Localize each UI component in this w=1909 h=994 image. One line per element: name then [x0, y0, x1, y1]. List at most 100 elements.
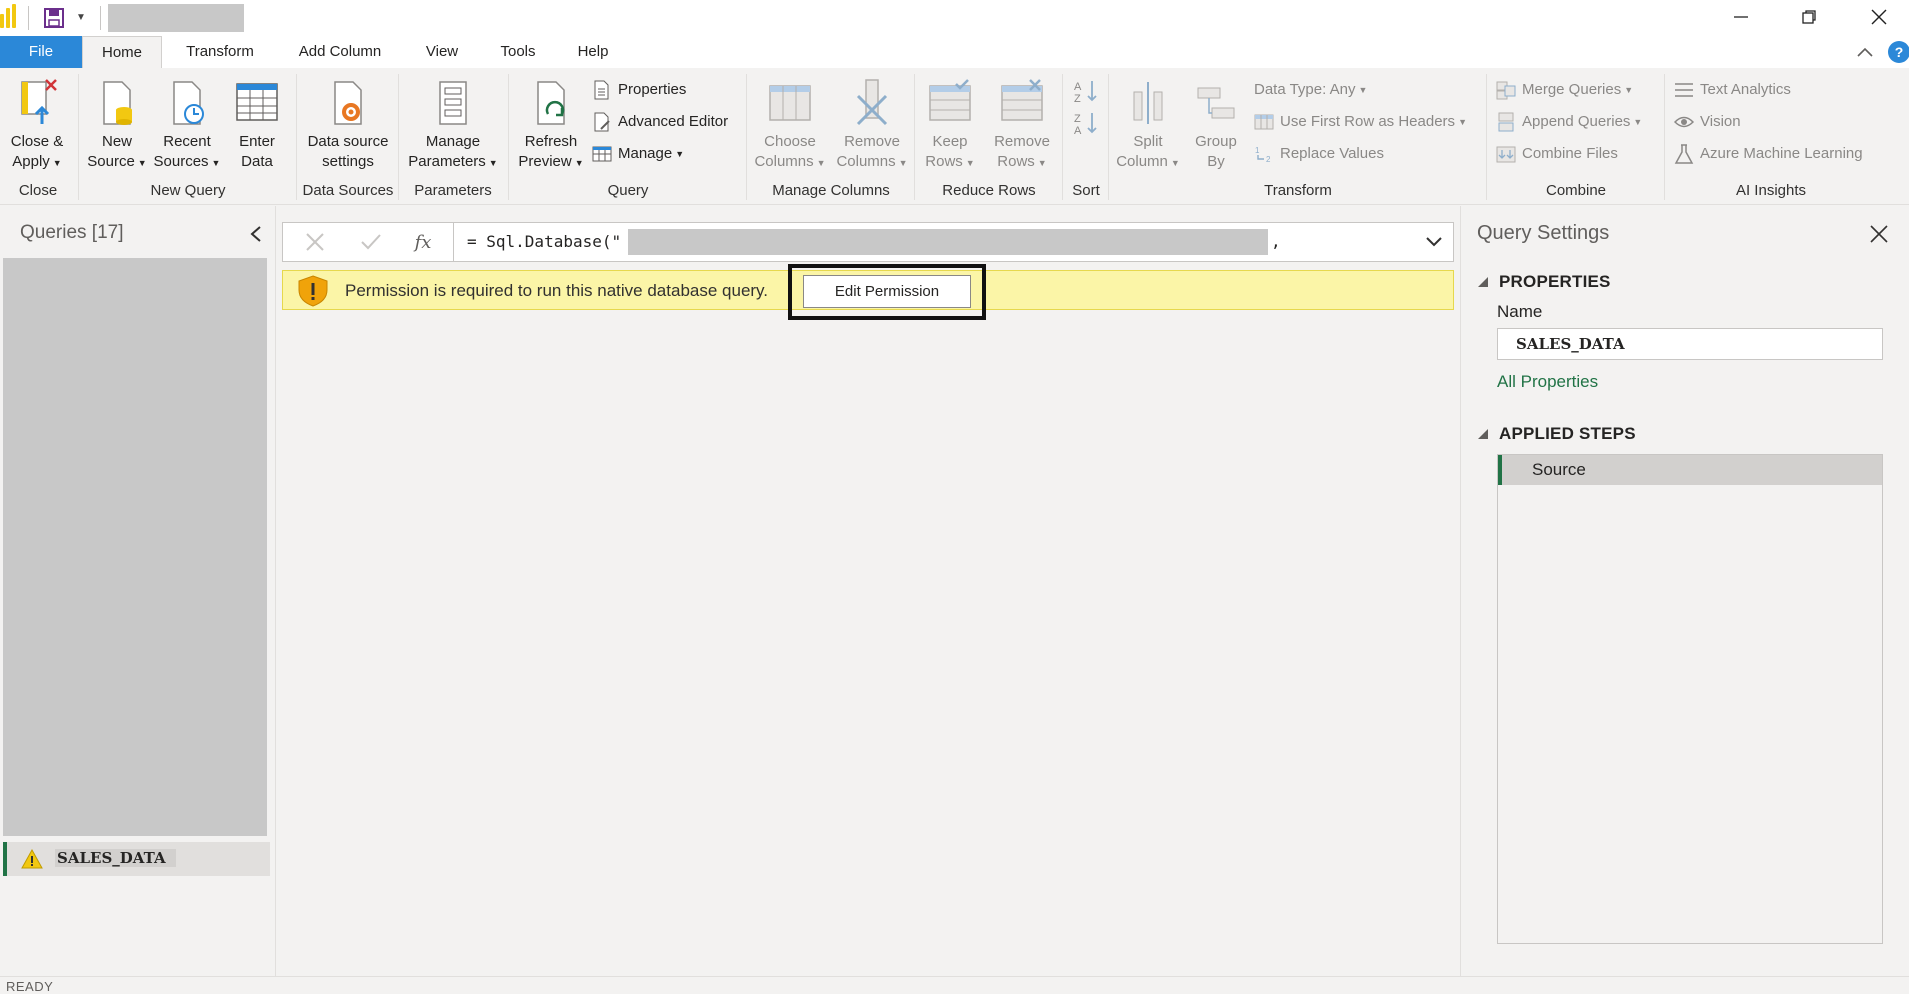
dropdown-caret-icon: ▼	[1624, 85, 1634, 95]
queries-list-redacted	[3, 258, 267, 836]
recent-sources-label-2: Sources	[153, 153, 209, 170]
merge-queries-label: Merge Queries	[1522, 81, 1622, 98]
split-column-icon	[1133, 82, 1163, 124]
dropdown-caret-icon: ▼	[1633, 117, 1643, 127]
svg-text:A: A	[1074, 125, 1082, 136]
new-source-button[interactable]: New Source ▼	[84, 78, 150, 173]
help-icon[interactable]: ?	[1888, 41, 1909, 63]
restore-button[interactable]	[1786, 0, 1832, 34]
tab-tools[interactable]: Tools	[488, 36, 548, 68]
replace-values-button[interactable]: 12 Replace Values	[1254, 142, 1384, 166]
title-separator	[28, 6, 29, 30]
data-source-settings-icon	[334, 81, 362, 125]
group-manage-columns: Choose Columns ▼ Remove Columns ▼ Manage C…	[748, 68, 914, 205]
applied-steps-section[interactable]: APPLIED STEPS	[1477, 424, 1636, 444]
quick-access-dropdown-icon[interactable]: ▼	[74, 12, 88, 24]
group-parameters: Manage Parameters ▼ Parameters	[400, 68, 506, 205]
manage-label: Manage	[618, 145, 673, 162]
tab-home[interactable]: Home	[82, 36, 162, 69]
tab-file[interactable]: File	[0, 36, 82, 68]
manage-parameters-button[interactable]: Manage Parameters ▼	[402, 78, 504, 173]
azure-ml-label: Azure Machine Learning	[1700, 145, 1863, 162]
data-type-dropdown[interactable]: Data Type: Any ▼	[1254, 78, 1367, 102]
remove-rows-label: Remove	[994, 133, 1050, 150]
sort-ascending-icon[interactable]: A Z	[1072, 78, 1100, 104]
query-name-input[interactable]: SALES_DATA	[1497, 328, 1883, 360]
dropdown-caret-icon: ▼	[816, 158, 826, 168]
properties-button[interactable]: Properties	[592, 78, 686, 102]
split-column-label: Split	[1133, 133, 1163, 150]
dropdown-caret-icon: ▼	[675, 149, 685, 159]
save-icon[interactable]	[44, 8, 64, 28]
split-column-label-2: Column	[1116, 153, 1168, 170]
close-apply-label-2: Apply	[12, 153, 50, 170]
collapse-triangle-icon	[1478, 429, 1488, 439]
close-settings-icon[interactable]	[1869, 224, 1889, 244]
formula-text[interactable]: = Sql.Database("	[467, 232, 621, 251]
tab-view[interactable]: View	[408, 36, 476, 68]
group-label-reduce-rows: Reduce Rows	[942, 182, 1036, 199]
data-source-settings-label: Data source	[307, 133, 389, 150]
refresh-preview-button[interactable]: Refresh Preview ▼	[514, 78, 588, 173]
applied-step-item[interactable]: Source	[1498, 455, 1882, 485]
permission-message: Permission is required to run this nativ…	[345, 281, 769, 300]
vision-button[interactable]: Vision	[1674, 110, 1741, 134]
sort-descending-icon[interactable]: Z A	[1072, 110, 1100, 136]
merge-queries-button[interactable]: Merge Queries ▼	[1496, 78, 1633, 102]
dropdown-caret-icon: ▼	[1358, 85, 1368, 95]
manage-button[interactable]: Manage ▼	[592, 142, 684, 166]
new-source-icon	[103, 81, 132, 125]
vision-eye-icon	[1674, 116, 1694, 128]
group-by-icon	[1197, 87, 1235, 119]
all-properties-link[interactable]: All Properties	[1497, 372, 1598, 392]
replace-values-icon: 12	[1255, 146, 1271, 164]
group-by-label-2: By	[1207, 153, 1225, 170]
close-apply-button[interactable]: Close & Apply ▼	[4, 78, 70, 173]
tab-add-column[interactable]: Add Column	[284, 36, 396, 68]
data-source-settings-button[interactable]: Data source settings	[300, 78, 396, 172]
refresh-preview-icon	[537, 81, 565, 125]
applied-steps-heading: APPLIED STEPS	[1499, 424, 1636, 443]
use-first-row-headers-button[interactable]: Use First Row as Headers ▼	[1254, 110, 1467, 134]
warning-icon	[21, 849, 43, 869]
enter-data-button[interactable]: Enter Data	[226, 78, 288, 172]
recent-sources-button[interactable]: Recent Sources ▼	[150, 78, 224, 173]
edit-permission-button[interactable]: Edit Permission	[803, 275, 971, 308]
expand-formula-icon[interactable]	[1425, 235, 1443, 249]
combine-files-button[interactable]: Combine Files	[1496, 142, 1618, 166]
remove-rows-button[interactable]: Remove Rows ▼	[986, 78, 1058, 173]
fx-button[interactable]: fx	[395, 223, 451, 261]
keep-rows-button[interactable]: Keep Rows ▼	[918, 78, 982, 173]
group-by-button[interactable]: Group By	[1186, 78, 1246, 172]
append-queries-button[interactable]: Append Queries ▼	[1496, 110, 1642, 134]
status-text: READY	[6, 979, 54, 994]
tab-transform[interactable]: Transform	[168, 36, 272, 68]
text-analytics-icon	[1675, 83, 1693, 97]
advanced-editor-label: Advanced Editor	[618, 113, 729, 130]
text-analytics-button[interactable]: Text Analytics	[1674, 78, 1791, 102]
group-separator	[398, 74, 399, 200]
azure-ml-button[interactable]: Azure Machine Learning	[1674, 142, 1863, 166]
tab-help[interactable]: Help	[564, 36, 622, 68]
remove-columns-button[interactable]: Remove Columns ▼	[832, 78, 912, 173]
group-separator	[78, 74, 79, 200]
dropdown-caret-icon: ▼	[211, 158, 221, 168]
close-window-button[interactable]	[1856, 0, 1902, 34]
name-label: Name	[1497, 302, 1543, 321]
group-reduce-rows: Keep Rows ▼ Remove Rows ▼ Reduce Rows	[916, 68, 1062, 205]
collapse-pane-icon[interactable]	[248, 224, 264, 244]
enter-data-icon	[236, 83, 278, 121]
properties-section[interactable]: PROPERTIES	[1477, 272, 1611, 292]
commit-formula-button[interactable]	[343, 223, 399, 261]
split-column-button[interactable]: Split Column ▼	[1116, 78, 1180, 173]
choose-columns-button[interactable]: Choose Columns ▼	[750, 78, 830, 173]
query-settings-pane: Query Settings PROPERTIES Name SALES_DAT…	[1460, 206, 1909, 976]
group-label-sort: Sort	[1072, 182, 1100, 199]
collapse-ribbon-icon[interactable]	[1856, 44, 1874, 60]
minimize-button[interactable]	[1718, 0, 1764, 34]
advanced-editor-button[interactable]: Advanced Editor	[592, 110, 728, 134]
group-separator	[296, 74, 297, 200]
data-type-label: Data Type: Any	[1254, 81, 1356, 98]
cancel-formula-button[interactable]	[287, 223, 343, 261]
query-list-item[interactable]: SALES_DATA	[3, 842, 270, 876]
